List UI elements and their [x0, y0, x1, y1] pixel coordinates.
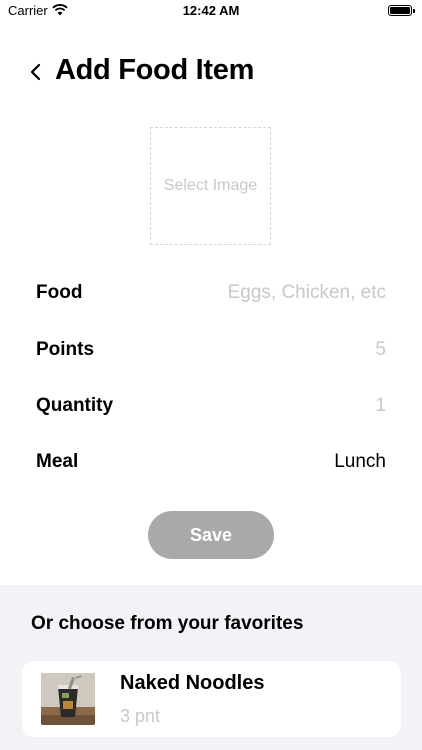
quantity-label: Quantity [36, 395, 114, 416]
favorite-item-points: 3 pnt [120, 706, 161, 726]
points-row: Points [36, 330, 386, 370]
favorites-section: Or choose from your favorites Naked Nood… [0, 585, 422, 750]
battery-icon [388, 5, 415, 16]
clock: 12:42 AM [182, 3, 240, 18]
quantity-row: Quantity [36, 386, 386, 426]
meal-picker[interactable]: Lunch [334, 451, 386, 473]
meal-label: Meal [36, 451, 79, 472]
select-image-label: Select Image [163, 177, 258, 194]
back-chevron-icon[interactable] [26, 58, 46, 86]
status-bar: Carrier 12:42 AM [0, 0, 422, 22]
favorite-item-name: Naked Noodles [120, 672, 265, 694]
page-title: Add Food Item [55, 54, 255, 86]
food-label: Food [36, 282, 83, 303]
quantity-input[interactable] [196, 395, 386, 417]
food-input[interactable] [196, 282, 386, 304]
food-thumbnail [41, 673, 95, 725]
favorite-item[interactable]: Naked Noodles 3 pnt [22, 661, 401, 737]
meal-row: Meal Lunch [36, 442, 386, 482]
save-button[interactable]: Save [148, 511, 274, 559]
food-row: Food [36, 273, 386, 313]
points-input[interactable] [196, 339, 386, 361]
favorites-heading: Or choose from your favorites [31, 613, 304, 634]
navigation-bar: Add Food Item [0, 50, 422, 94]
points-label: Points [36, 339, 95, 360]
select-image-button[interactable]: Select Image [150, 127, 271, 245]
